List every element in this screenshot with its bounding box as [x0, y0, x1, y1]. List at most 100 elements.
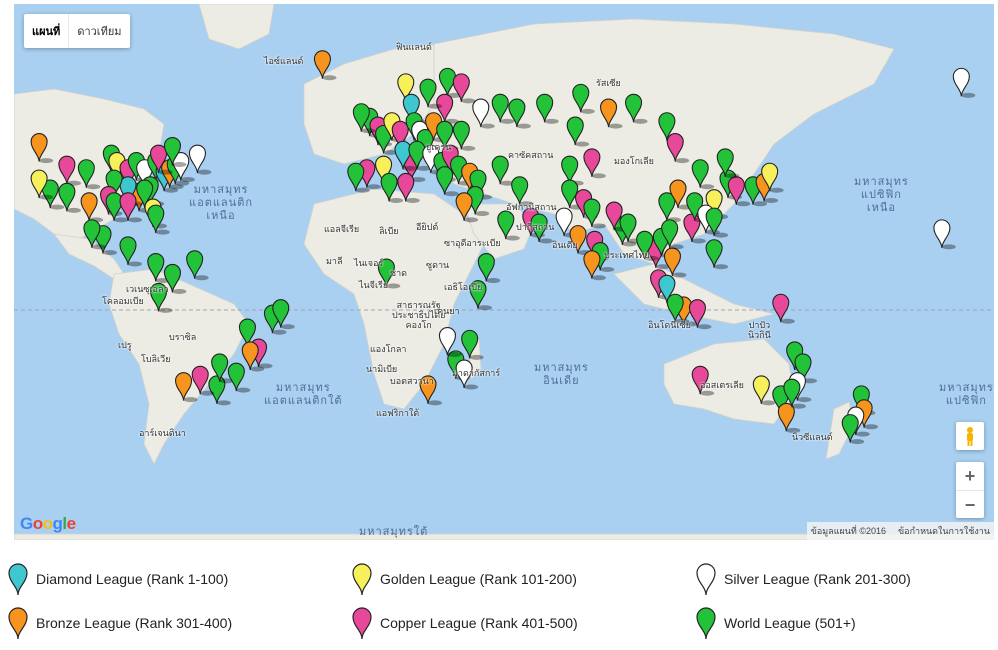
legend-label: Copper League (Rank 401-500) [380, 615, 578, 631]
zoom-out-button[interactable]: − [956, 490, 984, 519]
map-marker-shadow [405, 197, 420, 203]
map-marker-shadow [428, 400, 442, 406]
map-marker-pin [436, 166, 454, 195]
marker-icon [8, 607, 28, 640]
map-marker-pin [777, 402, 795, 432]
place-label-niger: ไนเจอร์ [354, 258, 384, 268]
map-marker-shadow [714, 264, 729, 270]
legend-item-diamond[interactable]: Diamond League (Rank 1-100) [8, 562, 228, 596]
map-marker-shadow [66, 207, 81, 213]
place-label-india: อินเดีย [552, 240, 578, 250]
map-marker-shadow [850, 439, 865, 445]
map-marker-shadow [103, 250, 117, 256]
map-marker-pin [347, 162, 365, 192]
zoom-in-button[interactable]: + [956, 462, 984, 490]
world-map[interactable]: มหาสมุทร แอตแลนติก เหนือ มหาสมุทร แอตแลนติก… [14, 4, 994, 540]
map-marker-shadow [516, 123, 531, 129]
marker-icon [696, 607, 716, 640]
terms-of-use-link[interactable]: ข้อกำหนดในการใช้งาน [898, 524, 990, 538]
map-marker-pin [952, 67, 970, 97]
map-marker-shadow [500, 118, 515, 124]
map-marker[interactable] [227, 362, 251, 393]
legend-item-bronze[interactable]: Bronze League (Rank 301-400) [8, 606, 232, 640]
map-marker-shadow [697, 324, 712, 330]
league-legend: Diamond League (Rank 1-100) Golden Leagu… [0, 556, 998, 650]
legend-item-golden[interactable]: Golden League (Rank 101-200) [352, 562, 577, 596]
map-marker-shadow [447, 352, 462, 358]
map-marker-shadow [272, 329, 287, 335]
legend-label: Golden League (Rank 101-200) [380, 571, 577, 587]
map-marker[interactable] [186, 250, 209, 281]
legend-label: Bronze League (Rank 301-400) [36, 615, 233, 631]
legend-pin-4 [352, 607, 372, 640]
map-marker-shadow [155, 229, 170, 235]
map-marker-shadow [714, 232, 729, 238]
map-marker-pin [772, 293, 790, 323]
map-marker-shadow [864, 424, 879, 430]
place-label-afghanistan: อัฟกานิสถาน [506, 202, 557, 212]
legend-label: Diamond League (Rank 1-100) [36, 571, 229, 587]
zoom-control[interactable]: + − [956, 462, 984, 518]
ocean-label-indian: มหาสมุทร อินเดีย [534, 362, 589, 387]
map-marker-shadow [691, 238, 706, 244]
map-attribution: ข้อมูลแผนที่ ©2016 ข้อกำหนดในการใช้งาน [806, 522, 994, 540]
place-label-algeria: แอลจีเรีย [324, 224, 360, 234]
map-marker[interactable] [147, 204, 170, 235]
world-map-canvas[interactable] [14, 4, 994, 540]
marker-icon [352, 607, 372, 640]
map-marker[interactable] [933, 219, 956, 250]
map-marker[interactable] [952, 67, 976, 98]
map-marker-shadow [478, 305, 492, 311]
map-marker[interactable] [772, 293, 795, 324]
ocean-label-southern: มหาสมุทรใต้ [359, 526, 429, 538]
map-marker-shadow [961, 92, 976, 98]
map-marker-shadow [91, 244, 106, 250]
map-marker-shadow [172, 288, 187, 294]
map-marker[interactable] [705, 239, 729, 270]
map-marker[interactable] [461, 329, 484, 360]
map-marker-shadow [355, 187, 370, 193]
map-marker-shadow [50, 204, 65, 210]
map-marker-shadow [194, 275, 209, 281]
place-label-colombia: โคลอมเบีย [102, 296, 144, 306]
map-marker[interactable] [119, 236, 142, 267]
map-marker-shadow [366, 184, 381, 190]
map-type-satellite-button[interactable]: ดาวเทียม [68, 14, 129, 48]
place-label-south-africa: แอฟริกาใต้ [376, 408, 420, 418]
legend-item-world[interactable]: World League (501+) [696, 606, 856, 640]
street-view-pegman[interactable] [956, 422, 984, 450]
map-type-control[interactable]: แผนที่ ดาวเทียม [24, 14, 130, 48]
map-marker-shadow [769, 187, 784, 193]
map-marker-shadow [672, 272, 687, 278]
map-marker-shadow [855, 431, 870, 437]
map-marker-shadow [128, 261, 142, 267]
map-data-attribution[interactable]: ข้อมูลแผนที่ ©2016 [811, 524, 886, 538]
map-marker-shadow [428, 103, 442, 109]
place-label-png: ปาปัว นิวกินี [748, 320, 771, 340]
place-label-australia: ออสเตรเลีย [700, 380, 744, 390]
legend-item-silver[interactable]: Silver League (Rank 201-300) [696, 562, 911, 596]
place-label-madagascar: มาดากัสการ์ [452, 368, 501, 378]
place-label-chad: ชาด [390, 268, 408, 278]
legend-item-copper[interactable]: Copper League (Rank 401-500) [352, 606, 578, 640]
google-logo[interactable]: Google [20, 514, 76, 534]
legend-pin-1 [352, 563, 372, 596]
map-marker[interactable] [438, 327, 462, 358]
place-label-finland: ฟินแลนด์ [396, 42, 432, 52]
map-marker[interactable] [188, 144, 212, 175]
place-label-mali: มาลี [326, 256, 343, 266]
map-marker-shadow [753, 201, 767, 207]
legend-pin-0 [8, 563, 28, 596]
map-marker-pin [147, 204, 165, 234]
map-marker-shadow [539, 238, 554, 244]
map-marker-shadow [461, 98, 476, 104]
map-marker-shadow [700, 184, 715, 190]
map-type-map-button[interactable]: แผนที่ [24, 14, 68, 48]
place-label-brazil: บราซิล [169, 332, 197, 342]
pegman-icon [967, 427, 973, 446]
map-marker-shadow [764, 197, 779, 203]
map-marker-shadow [486, 278, 501, 284]
map-marker-pin [477, 253, 495, 282]
place-label-sudan: ซูดาน [426, 260, 450, 270]
map-marker[interactable] [313, 50, 337, 81]
